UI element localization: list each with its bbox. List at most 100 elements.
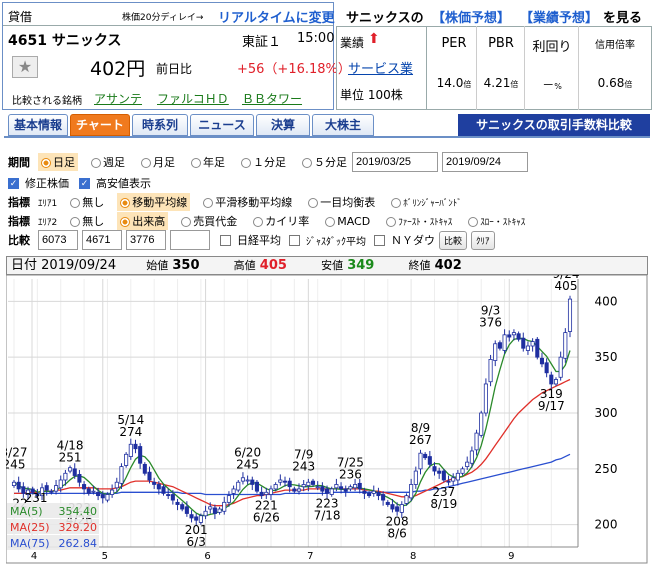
candle (371, 490, 376, 494)
candle (539, 357, 545, 365)
high-low-checkbox[interactable]: ✓ (79, 177, 90, 189)
compare-code-3[interactable] (126, 230, 166, 250)
candle (282, 480, 288, 483)
metric-value-2: －% (542, 78, 562, 92)
candle (395, 506, 400, 512)
metric-value-1: 4.21倍 (483, 76, 519, 90)
compare-stock-2[interactable]: ファルコＨＤ (157, 90, 229, 107)
clear-button[interactable]: ｸﾘｱ (471, 230, 495, 250)
x-tick-label: 4 (31, 551, 37, 562)
period-yearly[interactable]: 年足 (188, 153, 228, 171)
earnings-label: 業績 (340, 36, 365, 50)
candle (544, 362, 549, 374)
annotation-value: 243 (292, 460, 315, 474)
period-daily[interactable]: 日足 (38, 153, 78, 171)
tab-news[interactable]: ニュース (190, 114, 254, 136)
candle (502, 334, 507, 351)
tab-time-series[interactable]: 時系列 (132, 114, 188, 136)
sector-link[interactable]: サービス業 (348, 58, 413, 77)
period-monthly[interactable]: 月足 (138, 153, 178, 171)
area2-deviation[interactable]: カイリ率 (250, 212, 312, 230)
area2-fast-stoch[interactable]: ﾌｧｰｽﾄ・ｽﾄｷｬｽ (383, 214, 455, 229)
candle (222, 501, 227, 512)
jasdaq-checkbox[interactable] (289, 234, 300, 246)
nikkei-checkbox[interactable] (220, 234, 231, 246)
compare-code-1[interactable] (38, 230, 78, 250)
date-from-input[interactable] (352, 152, 438, 172)
favorite-star-icon[interactable]: ★ (12, 56, 38, 78)
candle (362, 490, 367, 494)
x-tick-label: 6 (204, 551, 210, 562)
area1-none[interactable]: 無し (67, 193, 107, 211)
nydow-checkbox[interactable] (374, 234, 385, 246)
candle (138, 446, 143, 464)
candle (479, 412, 484, 436)
area2-row: 指標 ｴﾘｱ2 無し 出来高 売買代金 カイリ率 MACD ﾌｧｰｽﾄ・ｽﾄｷｬ… (8, 212, 534, 230)
candle (343, 488, 348, 492)
area2-volume[interactable]: 出来高 (117, 212, 169, 230)
period-label: 期間 (8, 156, 30, 169)
x-tick-label: 7 (307, 551, 313, 562)
stock-forecast-link[interactable]: 【株価予想】 (432, 7, 510, 26)
compare-stock-1[interactable]: アサンテ (94, 90, 142, 107)
adjusted-price-checkbox[interactable]: ✓ (8, 177, 19, 189)
candle (292, 488, 297, 492)
candle (535, 338, 540, 358)
compare-codes-label: 比較 (8, 234, 30, 247)
candle (296, 488, 302, 492)
area1-row: 指標 ｴﾘｱ1 無し 移動平均線 平滑移動平均線 一目均衡表 ﾎﾞﾘﾝｼﾞｬｰﾊ… (8, 193, 471, 211)
unit-label: 単位 100株 (340, 88, 403, 102)
area2-macd[interactable]: MACD (322, 214, 373, 229)
legend-label: MA(25) (10, 521, 50, 534)
period-weekly[interactable]: 週足 (88, 153, 128, 171)
candle (455, 472, 460, 481)
realtime-link[interactable]: リアルタイムに変更 (218, 7, 335, 26)
annotation-date: 7/18 (314, 508, 341, 522)
compare-button[interactable]: 比較 (439, 230, 468, 250)
candle (245, 479, 250, 482)
close-label: 終値 (408, 259, 431, 272)
tab-basic-info[interactable]: 基本情報 (8, 114, 68, 136)
area1-bollinger[interactable]: ﾎﾞﾘﾝｼﾞｬｰﾊﾞﾝﾄﾞ (388, 195, 465, 210)
candle (142, 463, 147, 474)
metric-label-0: PER (441, 36, 467, 51)
date-to-input[interactable] (442, 152, 528, 172)
area1-moving-average[interactable]: 移動平均線 (117, 193, 191, 211)
earnings-forecast-link[interactable]: 【業績予想】 (520, 7, 598, 26)
area2-label: ｴﾘｱ2 (38, 217, 58, 228)
area2-slow-stoch[interactable]: ｽﾛｰ・ｽﾄｷｬｽ (465, 214, 528, 229)
area2-none[interactable]: 無し (67, 212, 107, 230)
stock-header: 貸借 株価20分ディレイ→ リアルタイムに変更 4651 サニックス 東証１ 1… (0, 0, 654, 112)
price-chart: 2002503003504004567893/27245231224/18251… (6, 275, 648, 564)
tab-earnings[interactable]: 決算 (256, 114, 310, 136)
annotation-value: 231 (25, 491, 48, 505)
candle (54, 485, 59, 492)
candle (525, 345, 530, 351)
compare-code-2[interactable] (82, 230, 122, 250)
tab-chart[interactable]: チャート (70, 114, 130, 136)
compare-stock-3[interactable]: ＢＢタワー (242, 90, 302, 107)
candle (469, 450, 474, 464)
candle (339, 486, 344, 490)
area1-label: ｴﾘｱ1 (38, 198, 58, 209)
tab-shareholders[interactable]: 大株主 (312, 114, 374, 136)
forecast-suffix: を見る (603, 11, 643, 26)
candle (100, 494, 105, 499)
candle (180, 504, 185, 510)
period-1min[interactable]: １分足 (238, 153, 289, 171)
candle (507, 334, 512, 338)
candle (273, 484, 278, 490)
area2-turnover[interactable]: 売買代金 (178, 212, 240, 230)
commission-compare-link[interactable]: サニックスの取引手数料比較 (458, 114, 650, 136)
candle (367, 492, 372, 497)
area1-ichimoku[interactable]: 一目均衡表 (305, 193, 378, 211)
nikkei-label: 日経平均 (237, 234, 281, 247)
candle (44, 485, 49, 491)
candle (451, 477, 456, 482)
candle (96, 491, 101, 497)
period-5min[interactable]: ５分足 (299, 153, 350, 171)
candle (432, 466, 437, 472)
area1-smoothed-ma[interactable]: 平滑移動平均線 (200, 193, 295, 211)
compare-code-4[interactable] (170, 230, 210, 250)
annotation-date: 9/17 (538, 399, 565, 413)
